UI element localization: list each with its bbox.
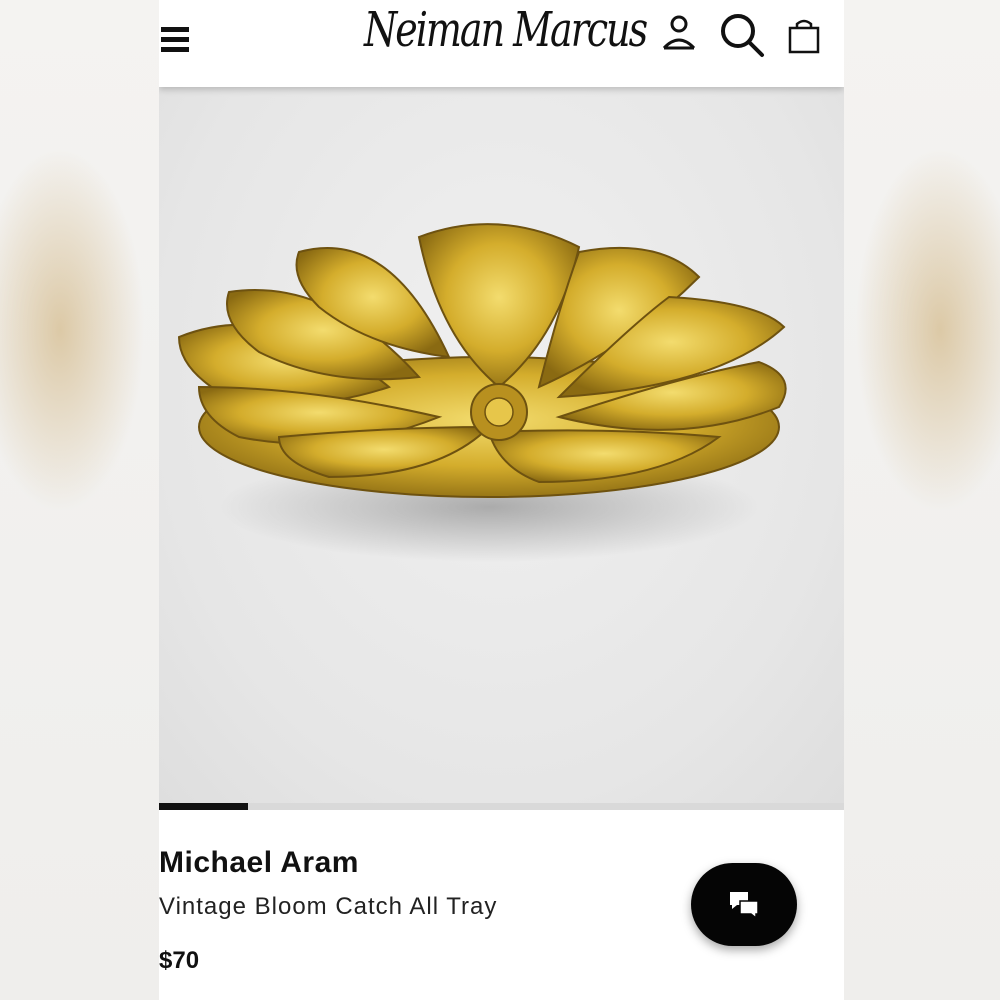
site-header: Neiman Marcus <box>159 0 844 87</box>
chat-bubbles-icon <box>730 892 759 919</box>
product-image-gallery[interactable] <box>159 87 844 803</box>
chat-button[interactable] <box>691 863 797 946</box>
gallery-progress-bar <box>159 803 844 810</box>
neiman-marcus-logo[interactable]: Neiman Marcus <box>364 2 648 90</box>
search-icon[interactable] <box>719 12 765 62</box>
product-price: $70 <box>159 947 200 974</box>
product-brand[interactable]: Michael Aram <box>159 846 359 880</box>
shopping-bag-icon[interactable] <box>787 16 821 60</box>
account-icon[interactable] <box>661 14 697 58</box>
product-image <box>177 223 787 562</box>
phone-screen: Neiman Marcus Michael Aram Vintage Bloom… <box>159 0 844 1000</box>
product-name: Vintage Bloom Catch All Tray <box>159 893 498 920</box>
gallery-progress-fill <box>159 803 249 810</box>
menu-icon[interactable] <box>161 27 189 53</box>
